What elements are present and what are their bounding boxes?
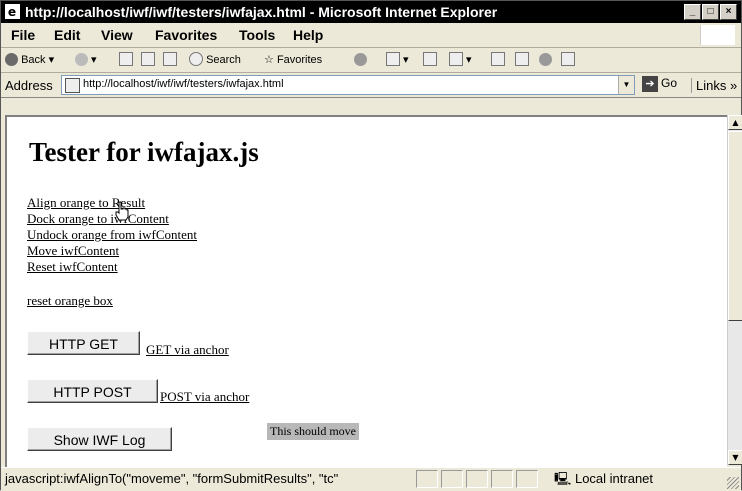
windows-logo-icon <box>700 25 735 45</box>
search-button[interactable]: Search <box>189 52 241 68</box>
undock-orange-link[interactable]: Undock orange from iwfContent <box>27 227 197 243</box>
stop-button[interactable] <box>119 52 133 68</box>
http-post-button[interactable]: HTTP POST <box>27 379 158 403</box>
research-button[interactable] <box>515 52 529 68</box>
reset-iwfcontent-link[interactable]: Reset iwfContent <box>27 259 118 275</box>
move-target-box: This should move <box>267 423 359 440</box>
page-heading: Tester for iwfajax.js <box>29 137 259 167</box>
standard-toolbar: Back ▾ ▾ Search ☆ Favorites ▾ ▾ <box>1 48 741 73</box>
search-label: Search <box>206 54 241 66</box>
ie-logo-icon: e <box>5 4 20 19</box>
get-via-anchor-link[interactable]: GET via anchor <box>146 342 229 358</box>
intranet-icon: 🖳 <box>554 471 572 486</box>
post-via-anchor-link[interactable]: POST via anchor <box>160 389 249 405</box>
history-button[interactable] <box>354 52 367 68</box>
messenger-icon <box>539 53 552 66</box>
zone-label: Local intranet <box>574 471 654 486</box>
dock-orange-link[interactable]: Dock orange to iwfContent <box>27 211 169 227</box>
research-icon <box>515 52 529 66</box>
status-cell <box>441 470 463 488</box>
status-cell <box>416 470 438 488</box>
mail-button[interactable]: ▾ <box>386 52 409 68</box>
forward-arrow-icon <box>75 53 88 66</box>
menu-bar: File Edit View Favorites Tools Help <box>1 23 741 48</box>
forward-button[interactable]: ▾ <box>75 52 97 68</box>
extra-icon <box>561 52 575 66</box>
status-text: javascript:iwfAlignTo("moveme", "formSub… <box>5 471 339 486</box>
back-label: Back <box>21 54 46 66</box>
address-url[interactable]: http://localhost/iwf/iwf/testers/iwfajax… <box>83 78 284 90</box>
print-button[interactable] <box>423 52 437 68</box>
address-bar: Address http://localhost/iwf/iwf/testers… <box>1 73 741 98</box>
go-button[interactable]: ➔ Go <box>642 76 677 92</box>
favorites-star-icon: ☆ <box>264 54 274 66</box>
status-cell <box>466 470 488 488</box>
refresh-icon <box>141 52 155 66</box>
status-bar: javascript:iwfAlignTo("moveme", "formSub… <box>1 467 741 491</box>
browser-window: e http://localhost/iwf/iwf/testers/iwfaj… <box>0 0 742 491</box>
go-label: Go <box>661 76 678 90</box>
search-icon <box>189 52 203 66</box>
discuss-icon <box>491 52 505 66</box>
scroll-up-icon[interactable]: ▲ <box>728 115 742 130</box>
hand-cursor-icon <box>115 201 129 221</box>
http-get-button[interactable]: HTTP GET <box>27 331 140 355</box>
address-dropdown-icon[interactable]: ▼ <box>618 76 634 94</box>
favorites-label: Favorites <box>276 54 323 66</box>
back-arrow-icon <box>5 53 18 66</box>
svg-text:e: e <box>8 5 16 19</box>
menu-file[interactable]: File <box>11 27 35 43</box>
menu-edit[interactable]: Edit <box>54 27 80 43</box>
stop-icon <box>119 52 133 66</box>
address-label: Address <box>5 78 53 93</box>
security-zone: 🖳 Local intranet <box>554 470 653 488</box>
maximize-button[interactable]: □ <box>702 4 719 20</box>
home-icon <box>163 52 177 66</box>
history-icon <box>354 53 367 66</box>
refresh-button[interactable] <box>141 52 155 68</box>
home-button[interactable] <box>163 52 177 68</box>
move-iwfcontent-link[interactable]: Move iwfContent <box>27 243 119 259</box>
menu-favorites[interactable]: Favorites <box>155 27 217 43</box>
scroll-down-icon[interactable]: ▼ <box>728 450 742 465</box>
favorites-button[interactable]: ☆ Favorites <box>264 52 322 68</box>
title-bar: e http://localhost/iwf/iwf/testers/iwfaj… <box>1 1 741 23</box>
reset-orange-box-link[interactable]: reset orange box <box>27 293 113 309</box>
show-iwf-log-button[interactable]: Show IWF Log <box>27 427 172 451</box>
vertical-scrollbar[interactable]: ▲ ▼ <box>727 115 742 465</box>
links-toolbar[interactable]: Links » <box>691 78 737 93</box>
address-input[interactable]: http://localhost/iwf/iwf/testers/iwfajax… <box>61 75 635 95</box>
mail-icon <box>386 52 400 66</box>
status-cell <box>516 470 538 488</box>
page-icon <box>65 78 80 93</box>
edit-button[interactable]: ▾ <box>449 52 472 68</box>
extra-button[interactable] <box>561 52 575 68</box>
close-button[interactable]: × <box>720 4 737 20</box>
window-controls: _ □ × <box>684 4 737 20</box>
word-icon <box>449 52 463 66</box>
discuss-button[interactable] <box>491 52 505 68</box>
menu-help[interactable]: Help <box>293 27 323 43</box>
messenger-button[interactable] <box>539 52 552 68</box>
back-button[interactable]: Back ▾ <box>5 52 54 68</box>
go-arrow-icon: ➔ <box>642 76 658 92</box>
minimize-button[interactable]: _ <box>684 4 701 20</box>
page-content: Tester for iwfajax.js Align orange to Re… <box>5 115 727 467</box>
scroll-thumb[interactable] <box>728 131 742 321</box>
menu-tools[interactable]: Tools <box>239 27 275 43</box>
status-cell <box>491 470 513 488</box>
resize-grip-icon[interactable] <box>727 477 739 489</box>
window-title: http://localhost/iwf/iwf/testers/iwfajax… <box>25 4 498 20</box>
print-icon <box>423 52 437 66</box>
menu-view[interactable]: View <box>101 27 133 43</box>
